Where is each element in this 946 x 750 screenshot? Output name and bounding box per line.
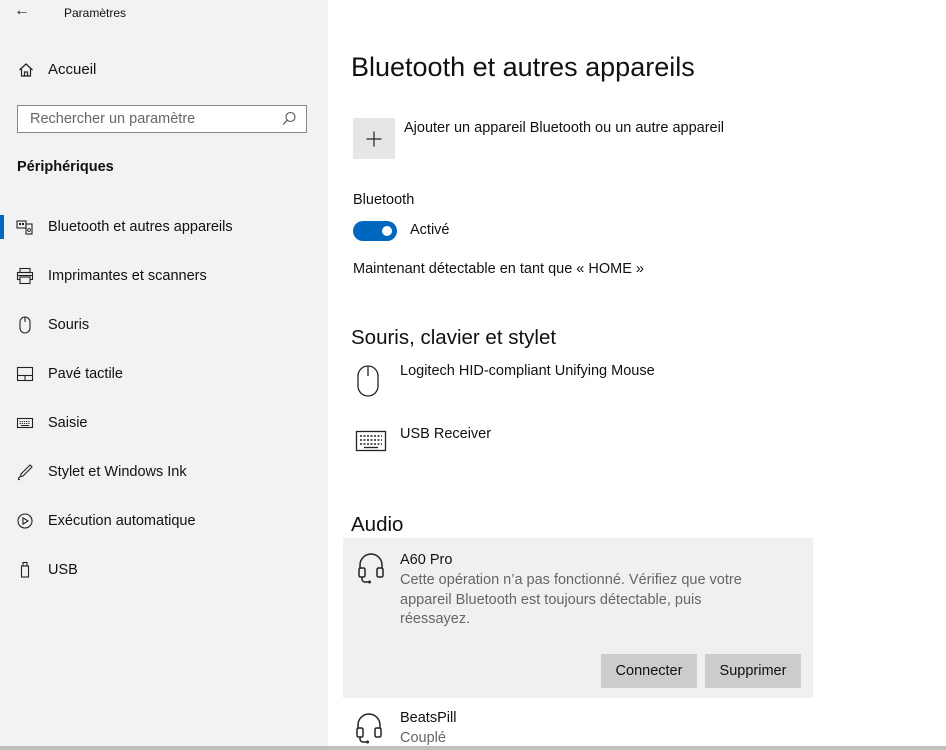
sidebar-item-label: USB <box>48 562 78 578</box>
window-title: Paramètres <box>64 6 127 20</box>
page-title: Bluetooth et autres appareils <box>351 52 695 82</box>
section-title: Périphériques <box>17 159 114 175</box>
sidebar-item-label: Stylet et Windows Ink <box>48 464 187 480</box>
device-name: USB Receiver <box>400 426 492 442</box>
device-beatspill[interactable]: BeatsPill Couplé <box>353 710 753 746</box>
sidebar-item-label: Imprimantes et scanners <box>48 268 207 284</box>
home-label: Accueil <box>48 61 97 78</box>
bluetooth-state: Activé <box>410 222 450 238</box>
remove-button[interactable]: Supprimer <box>705 654 801 688</box>
sidebar-item-label: Souris <box>48 317 90 333</box>
toggle-knob <box>382 226 392 236</box>
device-name: A60 Pro <box>400 552 453 568</box>
sidebar-item-usb[interactable]: USB <box>0 552 328 588</box>
search-placeholder: Rechercher un paramètre <box>30 111 196 127</box>
bottom-border <box>0 746 946 750</box>
headset-icon <box>358 553 384 584</box>
add-device-label[interactable]: Ajouter un appareil Bluetooth ou un autr… <box>404 120 724 136</box>
sidebar-item-touchpad[interactable]: Pavé tactile <box>0 356 328 392</box>
sidebar-item-mouse[interactable]: Souris <box>0 307 328 343</box>
home-icon <box>19 62 33 77</box>
sidebar-item-label: Saisie <box>48 415 88 431</box>
device-card-a60-pro[interactable]: A60 Pro Cette opération n’a pas fonction… <box>343 538 813 698</box>
sidebar-item-autoplay[interactable]: Exécution automatique <box>0 503 328 539</box>
back-arrow-icon[interactable]: ← <box>14 2 30 20</box>
sidebar-item-pen[interactable]: Stylet et Windows Ink <box>0 454 328 490</box>
device-name: Logitech HID-compliant Unifying Mouse <box>400 363 655 379</box>
sidebar-item-home[interactable]: Accueil <box>18 61 96 78</box>
autoplay-icon <box>16 512 34 530</box>
audio-section-title: Audio <box>351 513 404 536</box>
sidebar-item-label: Exécution automatique <box>48 513 196 529</box>
sidebar-item-printers[interactable]: Imprimantes et scanners <box>0 258 328 294</box>
headset-icon <box>356 713 382 744</box>
discoverable-text: Maintenant détectable en tant que « HOME… <box>353 261 644 277</box>
keyboard-icon <box>355 430 387 452</box>
sidebar-item-label: Pavé tactile <box>48 366 123 382</box>
touchpad-icon <box>16 365 34 383</box>
sidebar: ← Paramètres Accueil Rechercher un param… <box>0 0 328 750</box>
connect-button[interactable]: Connecter <box>601 654 697 688</box>
pen-icon <box>16 463 34 481</box>
device-usb-receiver[interactable]: USB Receiver <box>353 426 753 456</box>
bluetooth-devices-icon <box>16 218 34 236</box>
sidebar-item-label: Bluetooth et autres appareils <box>48 219 233 235</box>
search-input[interactable]: Rechercher un paramètre <box>17 105 307 133</box>
bluetooth-toggle[interactable] <box>353 221 397 241</box>
main-content: Bluetooth et autres appareils Ajouter un… <box>328 0 946 750</box>
bluetooth-label: Bluetooth <box>353 192 415 208</box>
mouse-icon <box>357 365 379 397</box>
mouse-icon <box>16 316 34 334</box>
error-message: Cette opération n’a pas fonctionné. Véri… <box>400 572 742 627</box>
add-device-button[interactable] <box>353 118 395 159</box>
input-section-title: Souris, clavier et stylet <box>351 326 557 349</box>
plus-icon <box>366 131 382 146</box>
search-icon[interactable] <box>280 110 298 128</box>
printer-icon <box>16 267 34 285</box>
usb-icon <box>16 561 34 579</box>
device-status: Couplé <box>400 730 446 746</box>
device-name: BeatsPill <box>400 710 457 726</box>
sidebar-item-bluetooth[interactable]: Bluetooth et autres appareils <box>0 209 328 245</box>
device-mouse[interactable]: Logitech HID-compliant Unifying Mouse <box>353 363 753 403</box>
sidebar-item-typing[interactable]: Saisie <box>0 405 328 441</box>
keyboard-icon <box>16 414 34 432</box>
